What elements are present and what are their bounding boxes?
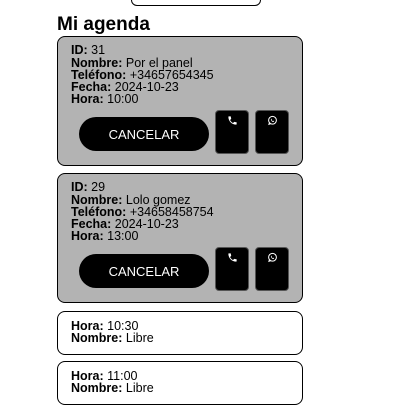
call-button[interactable]: [215, 247, 249, 291]
call-button[interactable]: [215, 110, 249, 154]
slot-name-row: Nombre: Libre: [71, 381, 154, 395]
slot-status: Libre: [125, 331, 154, 345]
whatsapp-icon: [267, 252, 277, 263]
appointment-card: ID: 31 Nombre: Por el panel Teléfono: +3…: [57, 36, 303, 166]
whatsapp-button[interactable]: [255, 247, 289, 291]
appointment-time-row: Hora: 13:00: [71, 229, 139, 243]
free-slot-card[interactable]: Hora: 11:00 Nombre: Libre: [57, 361, 303, 405]
appointment-card: ID: 29 Nombre: Lolo gomez Teléfono: +346…: [57, 173, 303, 303]
appointment-time: 10:00: [107, 92, 139, 106]
appointment-id: 29: [91, 180, 106, 194]
free-slot-card[interactable]: Hora: 10:30 Nombre: Libre: [57, 311, 303, 355]
phone-icon: [227, 253, 237, 262]
page-title: Mi agenda: [57, 14, 150, 35]
slot-status: Libre: [125, 381, 154, 395]
slot-name-row: Nombre: Libre: [71, 331, 154, 345]
whatsapp-icon: [267, 115, 277, 126]
appointment-time-row: Hora: 10:00: [71, 92, 139, 106]
appointment-id: 31: [91, 43, 106, 57]
top-input-box[interactable]: [131, 0, 261, 6]
cancel-button[interactable]: CANCELAR: [79, 117, 209, 151]
appointment-time: 13:00: [107, 229, 139, 243]
cancel-button[interactable]: CANCELAR: [79, 254, 209, 288]
phone-icon: [227, 116, 237, 125]
whatsapp-button[interactable]: [255, 110, 289, 154]
